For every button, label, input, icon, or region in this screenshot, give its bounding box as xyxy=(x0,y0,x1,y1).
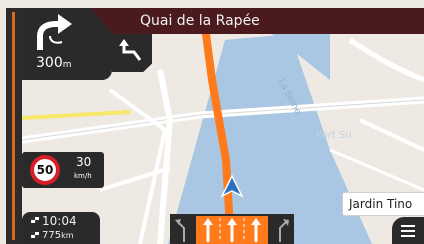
flag-distance-icon xyxy=(31,232,39,238)
hamburger-menu-icon xyxy=(401,224,415,237)
turn-right-keep-left-icon xyxy=(37,14,72,50)
arrival-time: 10:04 xyxy=(42,214,77,228)
lane-left-icon xyxy=(175,219,185,242)
menu-button[interactable] xyxy=(392,217,424,244)
street-name: Quai de la Rapée xyxy=(140,13,260,29)
poi-label[interactable]: Jardin Tino xyxy=(342,192,424,216)
flag-clock-icon xyxy=(31,217,39,223)
next-turn-left-icon xyxy=(119,39,142,61)
lane-icons xyxy=(175,216,289,244)
current-speed: 30 xyxy=(76,155,92,169)
speed-limit-sign: 50 xyxy=(30,155,60,185)
speed-unit: km/h xyxy=(74,172,92,180)
turn-distance: 300m xyxy=(36,55,72,71)
port-label: Port Su xyxy=(316,130,352,141)
remaining-distance: 775km xyxy=(42,230,74,241)
lane-right-icon xyxy=(279,219,289,242)
route-progress-line xyxy=(12,12,15,240)
